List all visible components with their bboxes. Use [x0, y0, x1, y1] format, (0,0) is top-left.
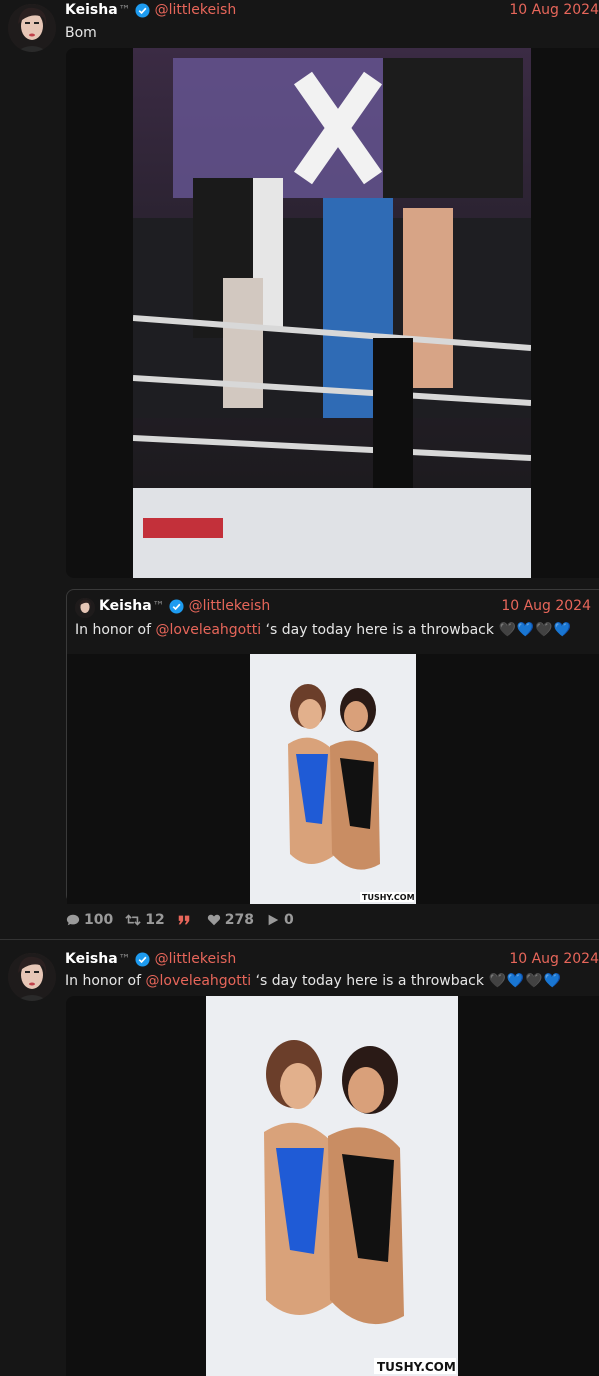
watermark: TUSHY.COM [377, 1360, 456, 1374]
quoted-photo[interactable]: TUSHY.COM [250, 654, 416, 904]
avatar[interactable] [8, 4, 56, 52]
display-name[interactable]: Keisha [99, 598, 152, 614]
play-icon [268, 914, 279, 926]
tweet-stats: 100 12 278 0 [66, 910, 306, 930]
retweet-count: 12 [145, 912, 165, 928]
verified-icon [135, 951, 150, 967]
avatar[interactable] [8, 953, 56, 1001]
verified-icon [135, 2, 150, 18]
reply-count: 100 [84, 912, 114, 928]
username-link[interactable]: @littlekeish [155, 2, 237, 18]
display-name[interactable]: Keisha [65, 951, 118, 967]
quoted-header: Keisha ™ @littlekeish 10 Aug 2024 [99, 596, 591, 616]
tweet-date[interactable]: 10 Aug 2024 [509, 951, 599, 967]
avatar-image [75, 598, 95, 618]
tweet-header: Keisha ™ @littlekeish 10 Aug 2024 [65, 0, 599, 20]
watermark: TUSHY.COM [362, 893, 415, 902]
trademark: ™ [118, 3, 131, 17]
quoted-date[interactable]: 10 Aug 2024 [501, 598, 591, 614]
text-segment: In honor of [75, 622, 156, 638]
tweet-divider [0, 939, 599, 940]
heart-icon [207, 914, 220, 926]
tweet[interactable]: Keisha ™ @littlekeish 10 Aug 2024 Bom Ke… [0, 0, 599, 939]
tweet-date[interactable]: 10 Aug 2024 [509, 2, 599, 18]
mention-link[interactable]: @loveleahgotti [145, 973, 251, 989]
text-segment: ‘s day today here is a throwback [261, 622, 499, 638]
retweet-button[interactable]: 12 [125, 912, 165, 928]
quoted-tweet[interactable]: Keisha ™ @littlekeish 10 Aug 2024 In hon… [66, 589, 599, 904]
like-count: 278 [224, 912, 254, 928]
text-segment: In honor of [65, 973, 146, 989]
tweet-header: Keisha ™ @littlekeish 10 Aug 2024 [65, 949, 599, 969]
username-link[interactable]: @littlekeish [155, 951, 237, 967]
photo[interactable]: TUSHY.COM [206, 996, 458, 1376]
quote-icon [178, 915, 189, 925]
verified-icon [169, 598, 184, 614]
reply-button[interactable]: 100 [66, 912, 113, 928]
media-container[interactable]: TUSHY.COM [66, 996, 599, 1376]
trademark: ™ [118, 952, 131, 966]
boxing-ring-image[interactable] [133, 48, 531, 578]
text-segment: ‘s day today here is a throwback [251, 973, 489, 989]
tweet[interactable]: Keisha ™ @littlekeish 10 Aug 2024 In hon… [0, 948, 599, 1376]
quoted-media-container[interactable]: TUSHY.COM [67, 654, 599, 904]
views-button[interactable]: 0 [266, 912, 294, 928]
heart-emojis: 🖤💙🖤💙 [498, 622, 573, 638]
mention-link[interactable]: @loveleahgotti [155, 622, 261, 638]
retweet-icon [125, 914, 141, 926]
comment-icon [66, 914, 80, 926]
quoted-avatar[interactable] [75, 598, 95, 618]
view-count: 0 [283, 912, 294, 928]
quote-button[interactable] [177, 913, 195, 927]
media-container[interactable] [66, 48, 599, 578]
display-name[interactable]: Keisha [65, 2, 118, 18]
quoted-text: In honor of @loveleahgotti ‘s day today … [75, 622, 595, 638]
like-button[interactable]: 278 [207, 912, 254, 928]
trademark: ™ [152, 599, 165, 613]
username-link[interactable]: @littlekeish [189, 598, 271, 614]
avatar-image [8, 4, 56, 52]
heart-emojis: 🖤💙🖤💙 [488, 973, 563, 989]
avatar-image [8, 953, 56, 1001]
tweet-text: In honor of @loveleahgotti ‘s day today … [65, 973, 599, 989]
tweet-text: Bom [65, 25, 97, 41]
